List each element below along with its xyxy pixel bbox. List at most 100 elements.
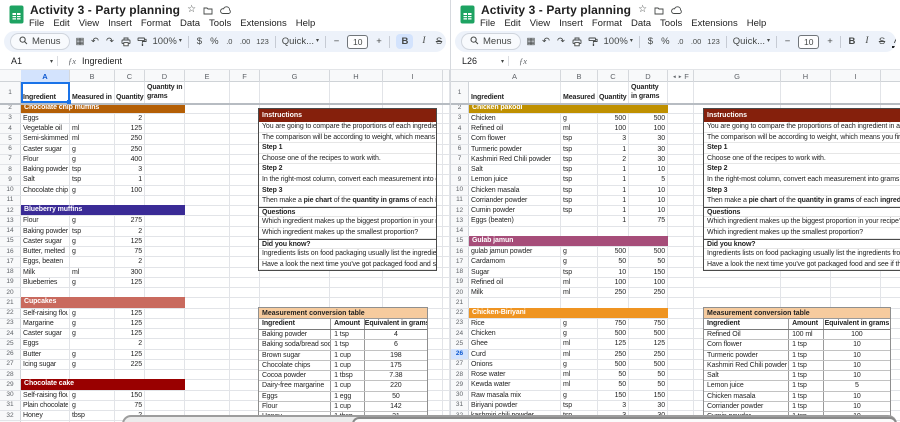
- cell[interactable]: Eggs: [23, 114, 68, 123]
- cell[interactable]: Icing sugar: [23, 360, 68, 369]
- cell[interactable]: Raw masala mix: [471, 391, 559, 400]
- cell[interactable]: 100: [630, 278, 665, 287]
- cell[interactable]: g: [72, 216, 113, 225]
- row-header[interactable]: 16: [451, 246, 468, 256]
- cell[interactable]: Chicken masala: [471, 186, 559, 195]
- cell[interactable]: Eggs, beaten: [23, 257, 68, 266]
- column-header[interactable]: D: [145, 70, 185, 82]
- section-banner[interactable]: Blueberry muffins: [21, 205, 185, 215]
- redo-icon[interactable]: ↷: [106, 34, 115, 49]
- row-header[interactable]: 14: [451, 226, 468, 236]
- menu-item-format[interactable]: Format: [141, 18, 171, 29]
- row-header[interactable]: 25: [0, 338, 20, 348]
- percent-format-button[interactable]: %: [661, 34, 670, 49]
- move-folder-icon[interactable]: [203, 6, 213, 15]
- cell[interactable]: Rose water: [471, 370, 559, 379]
- star-icon[interactable]: ☆: [638, 5, 647, 15]
- increase-decimals-button[interactable]: .00: [691, 34, 701, 49]
- cell[interactable]: 400: [116, 155, 142, 164]
- move-folder-icon[interactable]: [654, 6, 664, 15]
- row-header[interactable]: 26: [451, 349, 468, 359]
- cell[interactable]: 50: [630, 380, 665, 389]
- cell[interactable]: 100: [599, 278, 626, 287]
- row-header[interactable]: 5: [451, 133, 468, 143]
- cell[interactable]: 300: [116, 268, 142, 277]
- cell[interactable]: gulab jamun powder: [471, 247, 559, 256]
- cell[interactable]: 50: [599, 370, 626, 379]
- cell[interactable]: Kewda water: [471, 380, 559, 389]
- cell[interactable]: Butter: [23, 350, 68, 359]
- cell[interactable]: ml: [563, 339, 596, 348]
- row-header[interactable]: 30: [0, 390, 20, 400]
- cell[interactable]: g: [72, 309, 113, 318]
- menu-item-edit[interactable]: Edit: [504, 18, 520, 29]
- cell[interactable]: Measured in: [563, 93, 596, 102]
- quick-actions-dropdown[interactable]: Quick...▾: [282, 34, 319, 49]
- cell[interactable]: tsp: [563, 196, 596, 205]
- row-header[interactable]: 5: [0, 133, 20, 143]
- cell[interactable]: g: [72, 319, 113, 328]
- cell[interactable]: g: [72, 350, 113, 359]
- row-header[interactable]: 8: [451, 164, 468, 174]
- cell[interactable]: Salt: [471, 165, 559, 174]
- cell[interactable]: tsp: [72, 165, 113, 174]
- menu-item-help[interactable]: Help: [296, 18, 316, 29]
- font-size-input[interactable]: 10: [798, 35, 819, 49]
- cell[interactable]: g: [563, 247, 596, 256]
- cell[interactable]: ml: [563, 380, 596, 389]
- doc-title[interactable]: Activity 3 - Party planning: [481, 3, 631, 17]
- cell[interactable]: 125: [116, 124, 142, 133]
- cell[interactable]: 150: [630, 391, 665, 400]
- cell[interactable]: g: [72, 247, 113, 256]
- cell[interactable]: tsp: [563, 401, 596, 410]
- cell[interactable]: Self-raising flour: [23, 309, 68, 318]
- cell[interactable]: g: [72, 360, 113, 369]
- cell[interactable]: ml: [563, 370, 596, 379]
- row-header[interactable]: 20: [0, 287, 20, 297]
- cell[interactable]: 1: [599, 206, 626, 215]
- column-header[interactable]: G: [694, 70, 781, 82]
- cell[interactable]: Salt: [23, 175, 68, 184]
- star-icon[interactable]: ☆: [187, 5, 196, 15]
- cell[interactable]: 275: [116, 216, 142, 225]
- row-header[interactable]: 29: [0, 379, 20, 389]
- menu-item-view[interactable]: View: [530, 18, 550, 29]
- cell[interactable]: g: [72, 145, 113, 154]
- cell[interactable]: 30: [630, 401, 665, 410]
- menu-item-insert[interactable]: Insert: [108, 18, 132, 29]
- cell[interactable]: 1: [599, 145, 626, 154]
- cell[interactable]: tsp: [563, 175, 596, 184]
- cell[interactable]: 125: [116, 319, 142, 328]
- bold-button[interactable]: B: [847, 34, 856, 49]
- row-header[interactable]: 19: [451, 277, 468, 287]
- cell[interactable]: 50: [599, 257, 626, 266]
- column-header[interactable]: B: [561, 70, 598, 82]
- row-header[interactable]: 18: [0, 267, 20, 277]
- cell[interactable]: 3: [599, 134, 626, 143]
- menu-item-extensions[interactable]: Extensions: [240, 18, 286, 29]
- column-header[interactable]: [443, 70, 450, 82]
- row-header[interactable]: 22: [451, 308, 468, 318]
- cell[interactable]: Lemon juice: [471, 175, 559, 184]
- column-header[interactable]: C: [115, 70, 145, 82]
- cell[interactable]: ml: [72, 124, 113, 133]
- cell[interactable]: 5: [630, 175, 665, 184]
- cell[interactable]: Semi-skimmed milk: [23, 134, 68, 143]
- sheet-views-icon[interactable]: ▦: [527, 34, 536, 49]
- cell[interactable]: 10: [630, 206, 665, 215]
- cell[interactable]: 250: [116, 134, 142, 143]
- cell[interactable]: g: [563, 257, 596, 266]
- cell[interactable]: 125: [116, 237, 142, 246]
- row-header[interactable]: 26: [0, 349, 20, 359]
- cell[interactable]: 250: [630, 288, 665, 297]
- decrease-font-size-button[interactable]: −: [332, 34, 341, 49]
- row-header[interactable]: 13: [451, 215, 468, 225]
- row-header[interactable]: 21: [451, 297, 468, 307]
- cell[interactable]: 75: [630, 216, 665, 225]
- cell[interactable]: tsp: [563, 145, 596, 154]
- zoom-dropdown[interactable]: 100%▾: [153, 34, 182, 49]
- cell[interactable]: g: [72, 278, 113, 287]
- redo-icon[interactable]: ↷: [557, 34, 566, 49]
- print-icon[interactable]: [121, 34, 131, 49]
- menu-item-tools[interactable]: Tools: [660, 18, 682, 29]
